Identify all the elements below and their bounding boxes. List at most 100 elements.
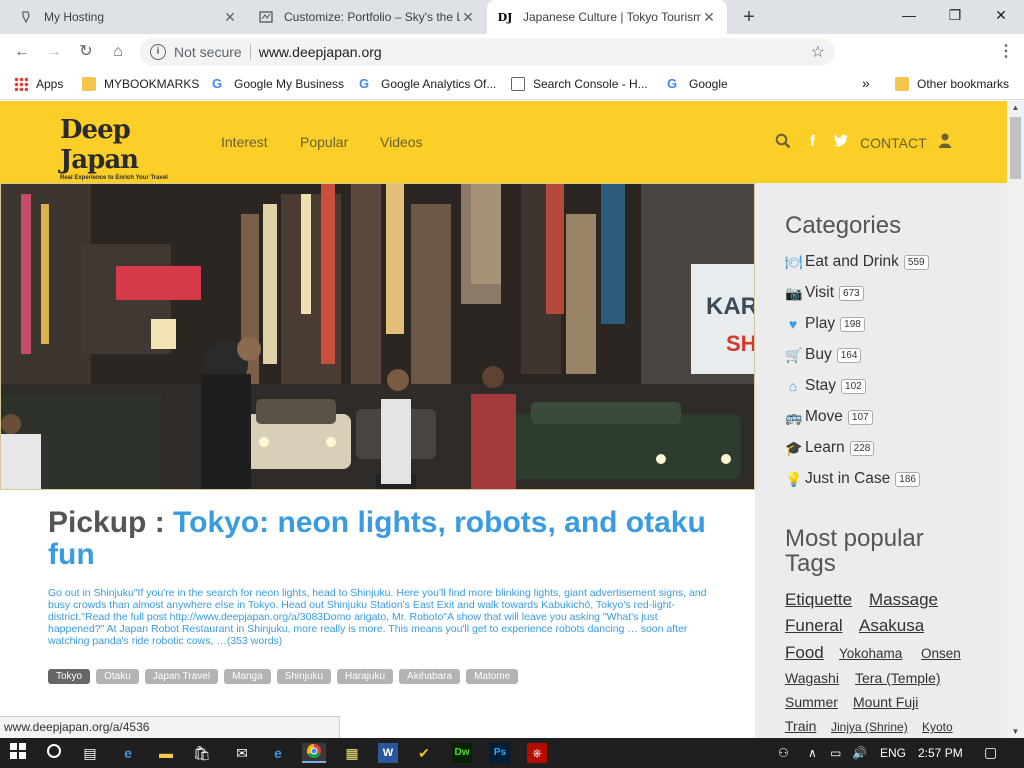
- category-buy[interactable]: 🛒 Buy 164: [785, 346, 862, 364]
- url-text[interactable]: www.deepjapan.org: [259, 44, 382, 60]
- bookmark-google-my-business[interactable]: G Google My Business: [212, 77, 344, 92]
- popular-tag[interactable]: Onsen: [921, 646, 961, 661]
- tab-japanese-culture[interactable]: DJ Japanese Culture | Tokyo Tourism ✕: [487, 0, 727, 34]
- minimize-icon[interactable]: —: [886, 0, 932, 30]
- scrollbar-thumb[interactable]: [1010, 117, 1021, 179]
- forward-icon[interactable]: →: [44, 42, 64, 62]
- search-icon[interactable]: [775, 133, 791, 153]
- tag-chip[interactable]: Manga: [224, 669, 271, 684]
- popular-tag[interactable]: Jinjya (Shrine): [831, 720, 908, 734]
- popular-tag[interactable]: Funeral: [785, 616, 843, 636]
- bookmark-other[interactable]: Other bookmarks: [895, 77, 1009, 91]
- tag-chip[interactable]: Otaku: [96, 669, 139, 684]
- bookmark-search-console[interactable]: Search Console - H...: [511, 77, 648, 91]
- new-tab-icon[interactable]: +: [738, 6, 760, 28]
- tray-chevron-icon[interactable]: ∧: [808, 746, 817, 760]
- dreamweaver-icon[interactable]: Dw: [452, 743, 472, 763]
- home-icon[interactable]: ⌂: [108, 42, 128, 62]
- norton-icon[interactable]: ✔: [414, 743, 434, 763]
- category-stay[interactable]: ⌂ Stay 102: [785, 377, 866, 395]
- bookmarks-overflow-icon[interactable]: »: [862, 75, 870, 91]
- info-icon[interactable]: i: [150, 44, 166, 60]
- popular-tag[interactable]: Mount Fuji: [853, 694, 918, 710]
- bookmark-mybookmarks[interactable]: MYBOOKMARKS: [82, 77, 199, 91]
- nav-videos[interactable]: Videos: [380, 134, 423, 150]
- popular-tag[interactable]: Train: [785, 718, 816, 734]
- bookmark-apps[interactable]: Apps: [14, 77, 63, 91]
- popular-tag[interactable]: Kyoto: [922, 720, 953, 734]
- nav-interest[interactable]: Interest: [221, 134, 268, 150]
- nav-popular[interactable]: Popular: [300, 134, 348, 150]
- popular-tag[interactable]: Etiquette: [785, 590, 852, 610]
- facebook-icon[interactable]: f: [810, 133, 815, 150]
- notes-icon[interactable]: ▦: [342, 743, 362, 763]
- people-icon[interactable]: ⚇: [778, 746, 789, 760]
- notifications-icon[interactable]: ▢: [984, 744, 997, 761]
- site-header: Deep Japan Real Experience to Enrich You…: [0, 101, 1007, 183]
- tag-chip[interactable]: Akihabara: [399, 669, 461, 684]
- acrobat-icon[interactable]: ⎈: [527, 743, 547, 763]
- scroll-up-icon[interactable]: ▲: [1007, 103, 1024, 112]
- mail-icon[interactable]: ✉: [232, 743, 252, 763]
- webpage: Deep Japan Real Experience to Enrich You…: [0, 101, 1007, 738]
- back-icon[interactable]: ←: [12, 42, 32, 62]
- popular-tag[interactable]: Wagashi: [785, 670, 839, 686]
- tag-chip[interactable]: Tokyo: [48, 669, 91, 684]
- category-eat-and-drink[interactable]: 🍽 Eat and Drink 559: [785, 253, 929, 271]
- tab-close-icon[interactable]: ✕: [701, 9, 717, 26]
- bookmark-label: Google Analytics Of...: [381, 77, 497, 91]
- bookmark-google[interactable]: G Google: [667, 77, 728, 92]
- store-icon[interactable]: 🛍: [192, 743, 212, 763]
- windows-start-icon[interactable]: [8, 743, 28, 763]
- network-icon[interactable]: ▭: [830, 746, 841, 760]
- restore-icon[interactable]: ❐: [932, 0, 978, 30]
- clock[interactable]: 2:57 PM: [918, 746, 963, 760]
- category-visit[interactable]: 📷 Visit 673: [785, 284, 864, 302]
- page-scrollbar[interactable]: ▲ ▼: [1007, 101, 1024, 738]
- menu-icon[interactable]: ⋮: [996, 42, 1016, 62]
- edge-icon[interactable]: e: [118, 743, 138, 763]
- tab-close-icon[interactable]: ✕: [460, 9, 476, 26]
- popular-tag[interactable]: Asakusa: [859, 616, 924, 636]
- category-play[interactable]: ♥ Play 198: [785, 315, 865, 333]
- bookmark-google-analytics[interactable]: G Google Analytics Of...: [359, 77, 497, 92]
- tab-my-hosting[interactable]: My Hosting ✕: [8, 0, 248, 34]
- popular-tag[interactable]: Tera (Temple): [855, 670, 941, 686]
- cortana-icon[interactable]: [44, 743, 64, 763]
- contact-link[interactable]: CONTACT: [860, 135, 927, 151]
- category-learn[interactable]: 🎓 Learn 228: [785, 439, 875, 457]
- category-label: Move: [805, 408, 843, 425]
- site-logo[interactable]: Deep Japan Real Experience to Enrich You…: [60, 115, 180, 181]
- tab-close-icon[interactable]: ✕: [222, 9, 238, 26]
- address-bar[interactable]: i Not secure www.deepjapan.org ☆: [140, 38, 835, 66]
- category-just-in-case[interactable]: 💡 Just in Case 186: [785, 470, 920, 488]
- popular-tag[interactable]: Food: [785, 643, 824, 663]
- category-count: 673: [839, 285, 864, 301]
- category-move[interactable]: 🚌 Move 107: [785, 408, 873, 426]
- user-icon[interactable]: [938, 133, 952, 152]
- volume-icon[interactable]: 🔊: [852, 746, 867, 760]
- tab-customize[interactable]: Customize: Portfolio – Sky's the L ✕: [248, 0, 486, 34]
- tag-chip[interactable]: Harajuku: [337, 669, 394, 684]
- task-view-icon[interactable]: ▤: [80, 743, 100, 763]
- tag-chip[interactable]: Matome: [466, 669, 519, 684]
- tag-chip[interactable]: Japan Travel: [144, 669, 219, 684]
- scroll-down-icon[interactable]: ▼: [1007, 727, 1024, 736]
- word-icon[interactable]: W: [378, 743, 398, 763]
- dj-favicon-icon: DJ: [497, 10, 513, 24]
- reload-icon[interactable]: ↻: [76, 42, 96, 62]
- ie-icon[interactable]: e: [268, 743, 288, 763]
- popular-tag[interactable]: Yokohama: [839, 646, 902, 661]
- twitter-icon[interactable]: [833, 133, 849, 151]
- popular-tag[interactable]: Summer: [785, 694, 838, 710]
- post-excerpt[interactable]: Go out in Shinjuku"If you're in the sear…: [48, 587, 713, 647]
- close-window-icon[interactable]: ✕: [978, 0, 1024, 30]
- chrome-icon[interactable]: [302, 743, 326, 763]
- popular-tag[interactable]: Massage: [869, 590, 938, 610]
- hero-image[interactable]: KAR SH: [0, 183, 755, 490]
- photoshop-icon[interactable]: Ps: [490, 743, 510, 763]
- language-indicator[interactable]: ENG: [880, 746, 906, 760]
- bookmark-star-icon[interactable]: ☆: [811, 42, 825, 62]
- file-explorer-icon[interactable]: ▬: [156, 743, 176, 763]
- tag-chip[interactable]: Shinjuku: [276, 669, 332, 684]
